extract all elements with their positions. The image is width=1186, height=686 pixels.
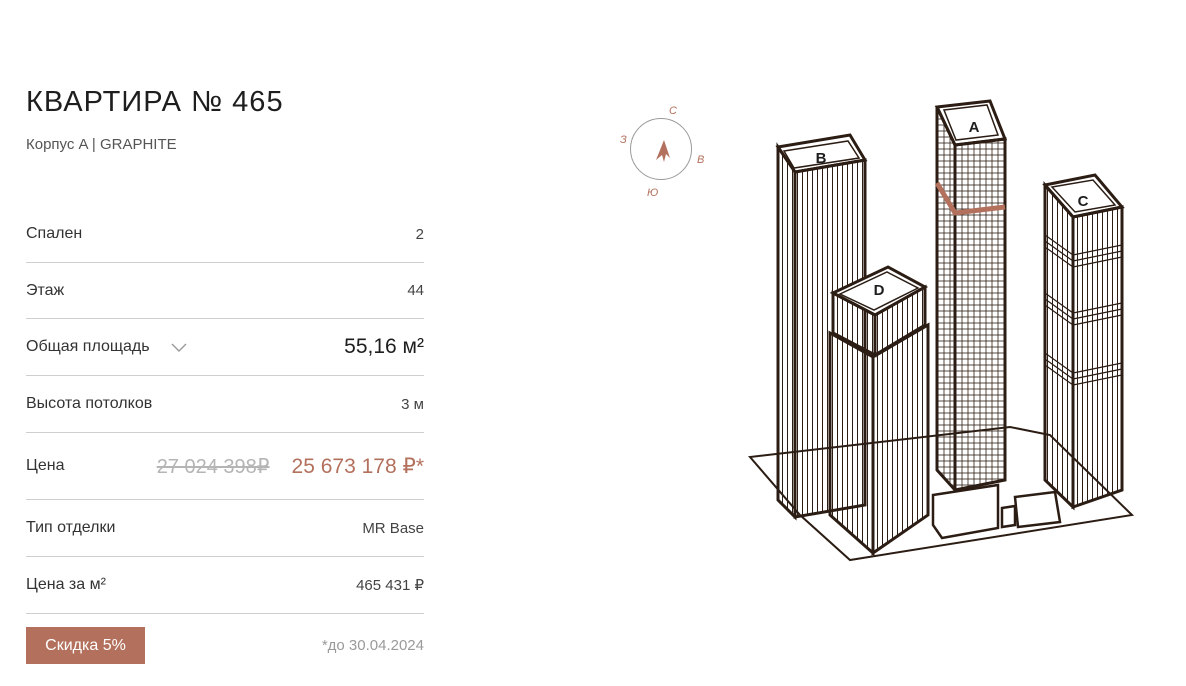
ceiling-value: 3 м [401, 395, 424, 413]
row-finish: Тип отделки MR Base [26, 500, 424, 557]
page-title: КВАРТИРА № 465 [26, 86, 284, 118]
row-ceiling: Высота потолков 3 м [26, 376, 424, 433]
tower-c[interactable] [1042, 173, 1125, 511]
building-subtitle: Корпус A | GRAPHITE [26, 136, 177, 153]
compass-arrow-icon [656, 140, 670, 162]
old-price: 27 024 398₽ [156, 455, 270, 478]
row-bedrooms: Спален 2 [26, 206, 424, 263]
finish-label: Тип отделки [26, 519, 116, 536]
tower-d[interactable] [828, 265, 930, 557]
row-floor: Этаж 44 [26, 263, 424, 319]
compass-east: В [697, 154, 705, 166]
row-area[interactable]: Общая площадь 55,16 м² [26, 319, 424, 376]
price-label: Цена [26, 457, 65, 474]
tower-c-label: C [1078, 193, 1089, 210]
bedrooms-value: 2 [415, 225, 424, 243]
area-value: 55,16 м² [344, 335, 424, 358]
chevron-down-icon[interactable] [170, 341, 188, 353]
price-per-m2-label: Цена за м² [26, 576, 106, 593]
tower-b-label: B [816, 150, 827, 167]
tower-a-label: A [969, 119, 980, 136]
finish-value: MR Base [362, 519, 424, 537]
compass-west: З [620, 134, 627, 146]
towers-illustration: B A C D [748, 99, 1135, 562]
compass-south: Ю [647, 187, 659, 199]
row-price: Цена 27 024 398₽ 25 673 178 ₽* [26, 433, 424, 500]
discounted-price: 25 673 178 ₽* [291, 454, 424, 478]
discount-deadline-note: *до 30.04.2024 [321, 637, 424, 654]
tower-a[interactable] [934, 99, 1008, 494]
compass: С В Ю З [612, 100, 712, 204]
price-per-m2-value: 465 431 ₽ [356, 577, 424, 594]
floor-value: 44 [407, 282, 424, 299]
area-label: Общая площадь [26, 338, 150, 355]
discount-button[interactable]: Скидка 5% [26, 627, 145, 664]
floor-label: Этаж [26, 281, 65, 299]
compass-north: С [669, 105, 677, 117]
tower-d-label: D [874, 282, 885, 299]
area-toggle[interactable]: Общая площадь [26, 338, 188, 356]
bedrooms-label: Спален [26, 225, 83, 242]
row-price-per-m2: Цена за м² 465 431 ₽ [26, 557, 424, 614]
ceiling-label: Высота потолков [26, 395, 153, 412]
building-complex-map: B A C D [740, 95, 1150, 570]
